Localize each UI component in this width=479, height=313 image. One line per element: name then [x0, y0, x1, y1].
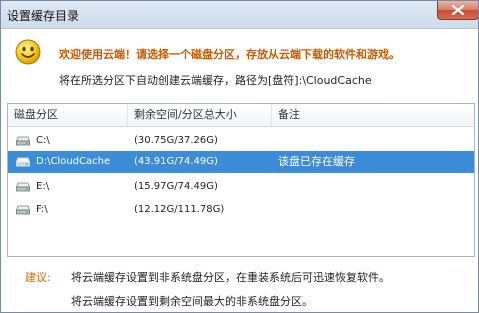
drive-name: E:\	[36, 181, 50, 192]
window-title: 设置缓存目录	[7, 9, 80, 23]
list-item[interactable]: E:\ (15.97G/74.49G)	[8, 176, 474, 198]
close-button[interactable]	[437, 1, 478, 20]
drive-name: C:\	[36, 135, 50, 146]
column-header-partition[interactable]: 磁盘分区	[8, 104, 128, 126]
hard-drive-icon	[16, 205, 30, 215]
tip-line: 将云端缓存设置到非系统盘分区，在重装系统后可迅速恢复软件。	[71, 271, 390, 284]
list-item[interactable]: F:\ (12.12G/111.78G)	[8, 199, 474, 221]
smiley-icon	[15, 39, 41, 65]
path-note: 将在所选分区下自动创建云端缓存，路径为[盘符]:\CloudCache	[59, 74, 372, 87]
list-header: 磁盘分区 剩余空间/分区总大小 备注	[8, 104, 474, 127]
hard-drive-icon	[16, 136, 30, 146]
welcome-message: 欢迎使用云端！请选择一个磁盘分区，存放从云端下载的软件和游戏。	[59, 48, 400, 61]
drive-name: F:\	[36, 204, 48, 215]
column-header-space[interactable]: 剩余空间/分区总大小	[128, 104, 272, 126]
hard-drive-icon	[16, 182, 30, 192]
list-item[interactable]: C:\ (30.75G/37.26G)	[8, 130, 474, 152]
dialog-window: 设置缓存目录 欢迎使用云端！请选择一个磁盘分区，存放从云端下载的软件和游戏。 将…	[0, 0, 479, 313]
close-icon	[452, 5, 464, 15]
drive-space: (30.75G/37.26G)	[134, 135, 218, 146]
drive-name: D:\CloudCache	[36, 156, 111, 167]
drive-note: 该盘已存在缓存	[278, 155, 355, 168]
drive-space: (12.12G/111.78G)	[134, 204, 225, 215]
title-bar[interactable]: 设置缓存目录	[1, 1, 478, 29]
partition-list[interactable]: 磁盘分区 剩余空间/分区总大小 备注 C:\ (30.75G/37.26G) D…	[7, 103, 475, 257]
tip-line: 将云端缓存设置到剩余空间最大的非系统盘分区。	[71, 295, 313, 308]
list-item[interactable]: D:\CloudCache (43.91G/74.49G) 该盘已存在缓存	[8, 151, 474, 173]
drive-space: (15.97G/74.49G)	[134, 181, 218, 192]
column-header-note[interactable]: 备注	[272, 104, 474, 126]
tips-label: 建议:	[25, 271, 51, 284]
hard-drive-icon	[16, 157, 30, 167]
drive-space: (43.91G/74.49G)	[134, 156, 218, 167]
